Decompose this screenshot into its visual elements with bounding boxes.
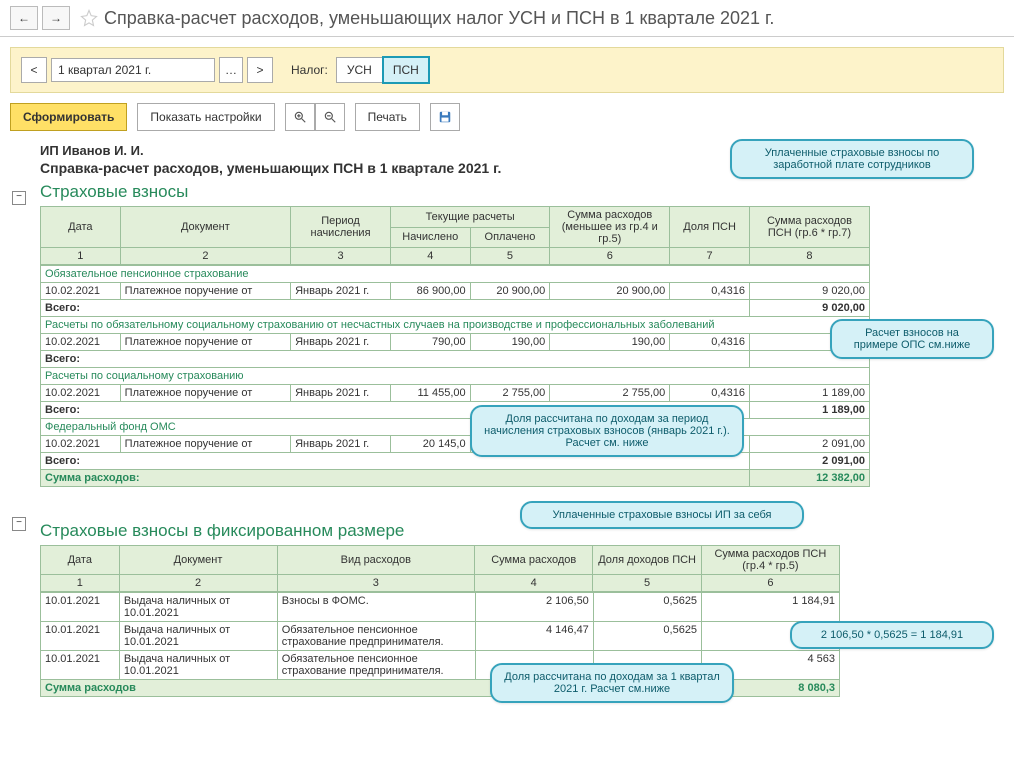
callout-6: Доля рассчитана по доходам за 1 квартал … [490,663,734,703]
callout-2: Расчет взносов на примере ОПС см.ниже [830,319,994,359]
favorite-star-icon[interactable] [80,9,98,27]
table-fixed: Дата Документ Вид расходов Сумма расходо… [40,545,840,592]
table-insurance: Дата Документ Период начисления Текущие … [40,206,870,265]
page-title: Справка-расчет расходов, уменьшающих нал… [104,8,774,29]
nav-forward-button[interactable]: → [42,6,70,30]
tax-label: Налог: [291,63,328,77]
zoom-in-icon[interactable] [285,103,315,131]
period-toolbar: < 1 квартал 2021 г. … > Налог: УСН ПСН [10,47,1004,93]
period-prev-button[interactable]: < [21,57,47,83]
tree-toggle-2[interactable]: − [12,517,26,531]
callout-5: 2 106,50 * 0,5625 = 1 184,91 [790,621,994,649]
callout-4: Уплаченные страховые взносы ИП за себя [520,501,804,529]
tab-psn[interactable]: ПСН [382,56,430,84]
period-select-button[interactable]: … [219,57,243,83]
form-button[interactable]: Сформировать [10,103,127,131]
callout-3: Доля рассчитана по доходам за период нач… [470,405,744,457]
period-next-button[interactable]: > [247,57,273,83]
section2-title: Страховые взносы в фиксированном размере [40,521,974,541]
nav-back-button[interactable]: ← [10,6,38,30]
table-insurance-body: Обязательное пенсионное страхование10.02… [40,265,870,487]
tree-toggle[interactable]: − [12,191,26,205]
zoom-out-icon[interactable] [315,103,345,131]
callout-1: Уплаченные страховые взносы по заработно… [730,139,974,179]
period-input[interactable]: 1 квартал 2021 г. [51,58,215,82]
tab-usn[interactable]: УСН [336,57,383,83]
show-settings-button[interactable]: Показать настройки [137,103,274,131]
print-button[interactable]: Печать [355,103,420,131]
save-icon[interactable] [430,103,460,131]
section1-title: Страховые взносы [40,182,974,202]
